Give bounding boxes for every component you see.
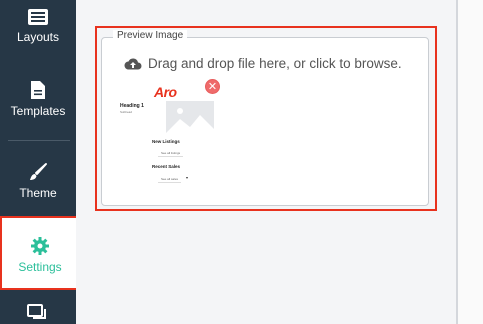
thumbnail-section-title: Recent Sales	[152, 164, 181, 169]
sidebar-item-theme[interactable]: Theme	[0, 162, 76, 210]
thumbnail-section-title: New Listings	[152, 139, 180, 144]
sidebar: Layouts Templates Theme Settings	[0, 0, 80, 324]
sidebar-item-settings[interactable]: Settings	[0, 216, 80, 290]
sidebar-item-templates[interactable]: Templates	[0, 80, 76, 128]
thumbnail-subheading: Subhead	[120, 110, 133, 114]
gear-icon	[31, 237, 49, 255]
right-strip	[458, 0, 483, 324]
sidebar-item-label: Layouts	[16, 30, 60, 44]
cloud-upload-icon	[124, 58, 142, 70]
sidebar-item-label: Templates	[10, 104, 66, 118]
thumbnail-select-arrow: ▾	[186, 175, 189, 180]
preview-legend: Preview Image	[113, 30, 188, 41]
dropzone-prompt[interactable]: Drag and drop file here, or click to bro…	[124, 56, 402, 71]
document-icon	[31, 81, 45, 99]
thumbnail-button: See all sales	[158, 176, 182, 183]
preview-thumbnail: Aro Heading 1 Subhead New Listings See a…	[116, 79, 216, 183]
dropzone-text: Drag and drop file here, or click to bro…	[148, 56, 402, 71]
sidebar-item-label: Settings	[18, 260, 62, 274]
remove-image-button[interactable]: ✕	[205, 79, 220, 94]
thumbnail-heading: Heading 1	[120, 103, 144, 109]
sidebar-item-chat[interactable]	[0, 304, 76, 324]
thumbnail-image-placeholder	[166, 101, 214, 133]
thumbnail-logo: Aro	[154, 84, 177, 100]
image-placeholder-icon	[166, 108, 214, 133]
sidebar-item-layouts[interactable]: Layouts	[0, 8, 76, 56]
brush-icon	[30, 163, 47, 180]
layouts-icon	[28, 9, 48, 25]
chat-icon	[27, 304, 46, 319]
sidebar-divider	[8, 140, 70, 141]
thumbnail-button: See all listings	[158, 150, 184, 157]
sidebar-item-label: Theme	[19, 186, 57, 200]
